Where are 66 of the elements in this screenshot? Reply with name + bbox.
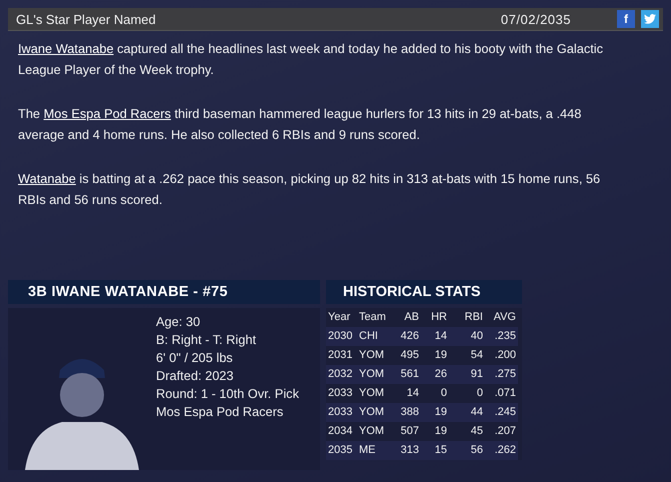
name-link[interactable]: Mos Espa Pod Racers	[44, 106, 171, 121]
table-cell: 2032	[326, 365, 357, 384]
table-cell: 56	[449, 441, 485, 460]
player-detail: 6' 0" / 205 lbs	[156, 349, 234, 367]
player-detail: Mos Espa Pod Racers	[156, 403, 284, 421]
table-cell-text: 507	[400, 424, 420, 439]
table-cell-text: 45	[470, 424, 484, 439]
table-cell: CHI	[357, 327, 390, 346]
table-cell-text: YOM	[358, 386, 386, 401]
table-cell: .262	[485, 441, 518, 460]
column-header: Team	[358, 310, 387, 325]
table-cell: 91	[449, 365, 485, 384]
column-header: AB	[403, 310, 420, 325]
table-cell-text: 0	[440, 386, 448, 401]
table-cell: YOM	[357, 403, 390, 422]
twitter-share-button[interactable]	[641, 10, 659, 28]
player-detail: Round: 1 - 10th Ovr. Pick	[156, 385, 299, 403]
article-title: GL's Star Player Named	[16, 12, 157, 26]
player-detail: B: Right - T: Right	[156, 331, 258, 349]
table-cell-text: 19	[434, 348, 448, 363]
article-paragraph: Iwane Watanabe captured all the headlines last week and today he added to his booty with the Galactic League Player of the Week trophy.	[18, 40, 604, 79]
table-cell: 313	[390, 441, 421, 460]
table-cell: 15	[421, 441, 449, 460]
table-cell: 2035	[326, 441, 357, 460]
table-cell: 2033	[326, 403, 357, 422]
article-paragraph: The Mos Espa Pod Racers third baseman hammered league hurlers for 13 hits in 29 at-bats, a .448 average and 4 home runs. He also collected 6 RBIs and 9 runs scored.	[18, 105, 582, 144]
table-cell-text: 14	[406, 386, 420, 401]
table-cell-text: .071	[494, 386, 517, 401]
name-link[interactable]: Watanabe	[18, 171, 76, 186]
table-cell: 44	[449, 403, 485, 422]
table-cell-text: 0	[476, 386, 484, 401]
column-header: Year	[327, 310, 352, 325]
table-cell-text: 54	[470, 348, 484, 363]
player-detail: Age: 30	[156, 313, 202, 331]
table-cell-text: .200	[494, 348, 517, 363]
table-cell-text: YOM	[358, 424, 386, 439]
table-cell: .245	[485, 403, 518, 422]
table-cell: 14	[421, 327, 449, 346]
table-cell: ME	[357, 441, 390, 460]
table-cell: .275	[485, 365, 518, 384]
column-header: AVG	[492, 310, 517, 325]
facebook-share-button[interactable]: f	[617, 10, 635, 28]
table-cell: 26	[421, 365, 449, 384]
table-cell: YOM	[357, 365, 390, 384]
table-cell: 19	[421, 403, 449, 422]
stats-title: HISTORICAL STATS	[326, 280, 522, 304]
table-cell-text: 2033	[327, 386, 354, 401]
table-cell-text: 2034	[327, 424, 354, 439]
player-detail: Drafted: 2023	[156, 367, 235, 385]
table-cell: 40	[449, 327, 485, 346]
table-cell-text: YOM	[358, 348, 386, 363]
table-cell: 388	[390, 403, 421, 422]
table-cell: .235	[485, 327, 518, 346]
article-paragraph: Watanabe is batting at a .262 pace this season, picking up 82 hits in 313 at-bats with 15 home runs, 56 RBIs and 56 runs scored.	[18, 170, 602, 209]
table-cell-text: 2031	[327, 348, 354, 363]
player-card-title: 3B IWANE WATANABE - #75	[8, 280, 320, 304]
table-cell-text: 19	[434, 424, 448, 439]
table-cell: 426	[390, 327, 421, 346]
article-date: 07/02/2035	[500, 12, 571, 26]
table-cell-text: .207	[494, 424, 517, 439]
table-cell: 2030	[326, 327, 357, 346]
name-link[interactable]: Iwane Watanabe	[18, 41, 114, 56]
table-cell: 561	[390, 365, 421, 384]
table-cell-text: 495	[400, 348, 420, 363]
column-header: RBI	[464, 310, 484, 325]
column-header: HR	[430, 310, 448, 325]
